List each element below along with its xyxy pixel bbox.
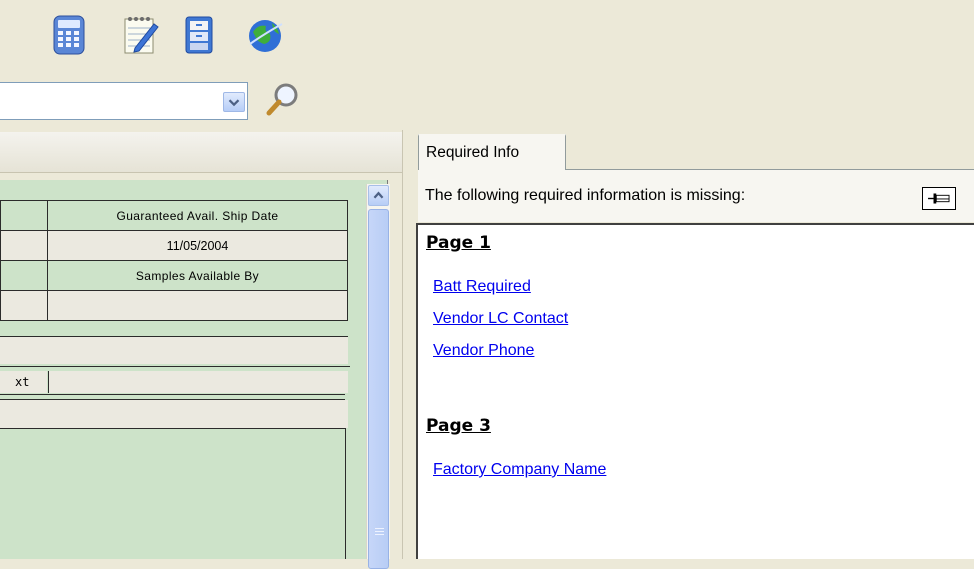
pin-icon[interactable] — [922, 187, 956, 210]
scroll-thumb[interactable] — [368, 209, 389, 569]
divider-line — [0, 336, 348, 337]
pane-splitter[interactable] — [402, 130, 407, 559]
search-combo[interactable] — [0, 82, 248, 120]
required-link[interactable]: Vendor Phone — [433, 342, 534, 360]
form-band — [0, 400, 348, 428]
guaranteed-ship-header: Guaranteed Avail. Ship Date — [47, 200, 348, 231]
ext-label: xt — [0, 371, 47, 393]
ext-field[interactable] — [48, 371, 348, 393]
samples-header: Samples Available By — [47, 260, 348, 291]
form-band — [0, 336, 348, 364]
required-info-panel — [416, 223, 974, 559]
required-link[interactable]: Factory Company Name — [433, 461, 606, 479]
guaranteed-ship-value[interactable]: 11/05/2004 — [47, 230, 348, 261]
ship-date-grid: Guaranteed Avail. Ship Date 11/05/2004 S… — [0, 200, 348, 321]
page-3-heading: Page 3 — [426, 416, 491, 436]
grid-cell[interactable] — [0, 230, 48, 261]
magnifier-icon[interactable] — [262, 80, 302, 120]
divider-line — [345, 428, 346, 559]
divider-line — [0, 366, 350, 367]
calculator-icon[interactable] — [48, 14, 90, 56]
globe-icon[interactable] — [244, 14, 286, 56]
vertical-scrollbar[interactable] — [366, 184, 390, 569]
required-link[interactable]: Batt Required — [433, 278, 531, 296]
missing-info-text: The following required information is mi… — [425, 187, 746, 204]
file-cabinet-icon[interactable] — [178, 14, 220, 56]
divider-line — [0, 399, 345, 400]
chevron-down-icon[interactable] — [223, 92, 245, 112]
grid-cell — [0, 260, 48, 291]
required-link[interactable]: Vendor LC Contact — [433, 310, 568, 328]
grid-cell — [0, 200, 48, 231]
page-1-heading: Page 1 — [426, 233, 491, 253]
scroll-up-arrow-icon[interactable] — [368, 185, 389, 206]
notepad-icon[interactable] — [120, 14, 162, 56]
divider-line — [0, 394, 345, 395]
divider-line — [0, 428, 345, 429]
left-pane-header — [0, 132, 404, 173]
samples-value[interactable] — [47, 290, 348, 321]
grid-cell[interactable] — [0, 290, 48, 321]
tab-required-info[interactable]: Required Info — [418, 134, 566, 170]
